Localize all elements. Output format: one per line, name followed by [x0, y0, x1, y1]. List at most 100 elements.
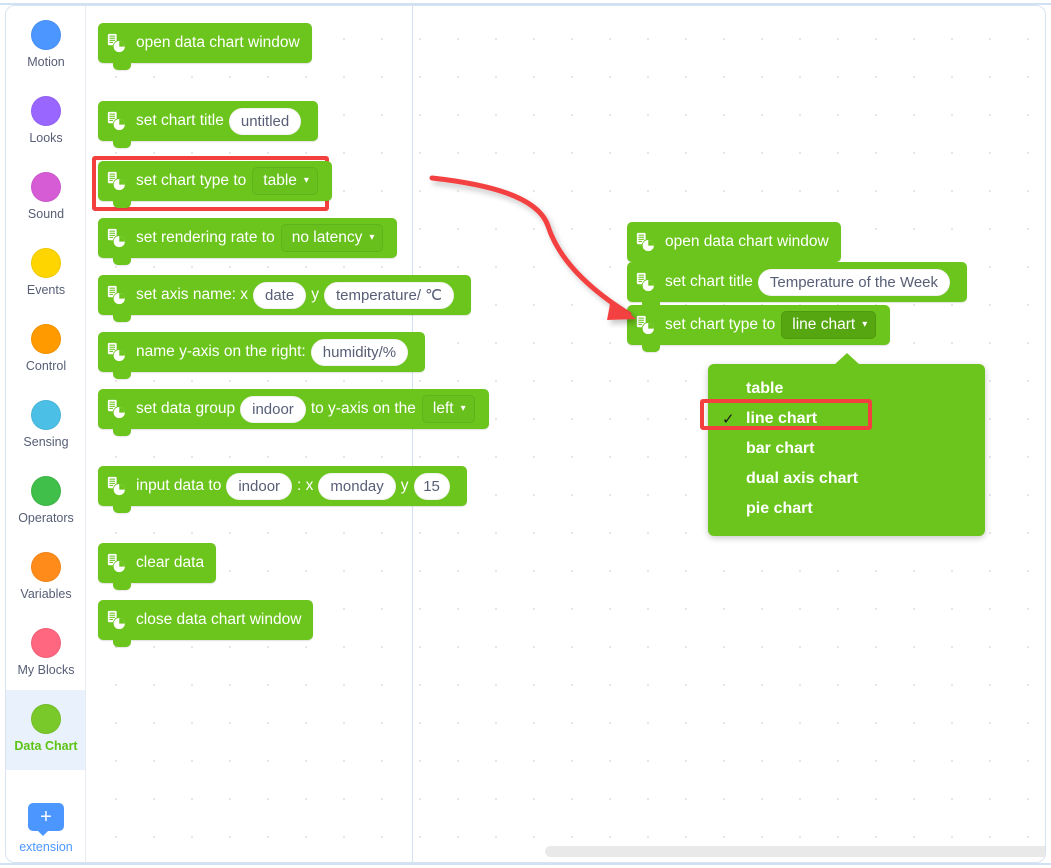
input-data-x-input[interactable]: monday — [318, 472, 396, 500]
window-top-edge — [0, 3, 1051, 5]
sidebar-item-my-blocks[interactable]: My Blocks — [6, 614, 85, 690]
add-extension-label: extension — [19, 840, 73, 854]
horizontal-scrollbar[interactable] — [545, 846, 1045, 857]
sidebar-item-operators[interactable]: Operators — [6, 462, 85, 538]
data-chart-icon — [107, 399, 128, 420]
sidebar-item-looks[interactable]: Looks — [6, 82, 85, 158]
script-block-set-chart-type[interactable]: set chart type to line chart ▾ — [627, 302, 891, 352]
chart-type-dropdown[interactable]: table ▾ — [252, 167, 318, 195]
block-label-mid: y — [311, 286, 319, 303]
input-data-y-input[interactable]: 15 — [413, 472, 450, 500]
sidebar-item-data-chart[interactable]: Data Chart — [6, 690, 85, 770]
block-label: set axis name: x — [136, 286, 248, 303]
sidebar-item-variables[interactable]: Variables — [6, 538, 85, 614]
sidebar-item-label: Motion — [27, 55, 65, 69]
sidebar-item-label: Sound — [27, 207, 65, 221]
block-label: set rendering rate to — [136, 229, 275, 246]
block-label: set chart title — [136, 112, 224, 129]
data-chart-icon — [107, 342, 128, 363]
menu-item-pie-chart[interactable]: pie chart — [708, 494, 985, 524]
y-axis-side-dropdown[interactable]: left ▾ — [421, 395, 475, 423]
sidebar-item-label: Variables — [20, 587, 72, 601]
y-axis-name-input[interactable]: temperature/ ℃ — [323, 281, 455, 309]
sensing-color-dot — [31, 400, 61, 430]
rendering-rate-value: no latency — [291, 229, 363, 246]
block-label-mid2: y — [400, 477, 409, 494]
scratch-editor-window: Motion Looks Sound Events Control Sensin — [0, 0, 1051, 868]
rendering-rate-dropdown[interactable]: no latency ▾ — [280, 224, 384, 252]
data-chart-icon — [107, 285, 128, 306]
data-group-input[interactable]: indoor — [240, 395, 306, 423]
data-chart-icon — [107, 33, 128, 54]
palette-block-set-rendering-rate[interactable]: set rendering rate to no latency ▾ — [98, 218, 398, 265]
palette-block-set-axis-name[interactable]: set axis name: x date y temperature/ ℃ — [98, 275, 472, 322]
palette-block-set-chart-title[interactable]: set chart title untitled — [98, 101, 319, 148]
palette-block-open-data-chart-window[interactable]: open data chart window — [98, 23, 312, 70]
script-block-set-chart-title[interactable]: set chart title Temperature of the Week — [627, 259, 968, 309]
editor-frame: Motion Looks Sound Events Control Sensin — [5, 5, 1046, 863]
block-label: name y-axis on the right: — [136, 343, 306, 360]
control-color-dot — [31, 324, 61, 354]
add-extension-button[interactable]: + extension — [6, 803, 85, 854]
variables-color-dot — [31, 552, 61, 582]
chart-type-dropdown-menu[interactable]: table ✓ line chart bar chart dual axis c… — [700, 353, 985, 536]
dropdown-pointer — [834, 353, 860, 365]
data-chart-icon — [636, 232, 657, 253]
category-sidebar[interactable]: Motion Looks Sound Events Control Sensin — [6, 6, 86, 862]
menu-item-label: dual axis chart — [746, 470, 859, 487]
sound-color-dot — [31, 172, 61, 202]
right-y-axis-name-input[interactable]: humidity/% — [310, 338, 409, 366]
palette-block-set-chart-type[interactable]: set chart type to table ▾ — [98, 161, 332, 208]
data-chart-icon — [107, 171, 128, 192]
sidebar-item-motion[interactable]: Motion — [6, 6, 85, 82]
data-chart-icon — [107, 228, 128, 249]
sidebar-item-control[interactable]: Control — [6, 310, 85, 386]
chevron-down-icon: ▾ — [369, 232, 375, 243]
menu-item-bar-chart[interactable]: bar chart — [708, 434, 985, 464]
blocks-workspace[interactable]: open data chart window set chart title u… — [86, 6, 1045, 862]
chevron-down-icon: ▾ — [460, 403, 466, 414]
sidebar-item-sound[interactable]: Sound — [6, 158, 85, 234]
chart-type-value: line chart — [792, 316, 856, 333]
motion-color-dot — [31, 20, 61, 50]
data-chart-icon — [636, 315, 657, 336]
menu-item-line-chart[interactable]: ✓ line chart — [700, 399, 985, 434]
plus-icon[interactable]: + — [28, 803, 64, 836]
palette-block-set-data-group[interactable]: set data group indoor to y-axis on the l… — [98, 389, 489, 436]
block-label: set chart type to — [136, 172, 247, 189]
sidebar-item-sensing[interactable]: Sensing — [6, 386, 85, 462]
sidebar-item-label: Control — [25, 359, 67, 373]
palette-block-name-right-y-axis[interactable]: name y-axis on the right: humidity/% — [98, 332, 426, 379]
sidebar-item-label: Data Chart — [14, 739, 78, 753]
chart-type-dropdown[interactable]: line chart ▾ — [781, 311, 877, 339]
window-bottom-edge — [0, 863, 1051, 865]
data-chart-icon — [107, 476, 128, 497]
menu-item-dual-axis-chart[interactable]: dual axis chart — [708, 464, 985, 494]
block-label: set chart title — [665, 273, 753, 290]
block-label-mid: to y-axis on the — [310, 400, 416, 417]
palette-block-close-data-chart-window[interactable]: close data chart window — [98, 600, 314, 647]
x-axis-name-input[interactable]: date — [253, 281, 307, 309]
events-color-dot — [31, 248, 61, 278]
sidebar-item-label: Events — [26, 283, 66, 297]
chart-title-input[interactable]: untitled — [228, 107, 302, 135]
data-chart-icon — [107, 111, 128, 132]
script-block-open-data-chart-window[interactable]: open data chart window — [627, 222, 841, 269]
palette-block-input-data[interactable]: input data to indoor : x monday y 15 — [98, 466, 467, 513]
palette-block-clear-data[interactable]: clear data — [98, 543, 217, 590]
sidebar-item-label: Looks — [29, 131, 63, 145]
chevron-down-icon: ▾ — [862, 319, 868, 330]
input-data-group-input[interactable]: indoor — [226, 472, 293, 500]
my-blocks-color-dot — [31, 628, 61, 658]
data-chart-icon — [107, 553, 128, 574]
menu-item-label: bar chart — [746, 440, 815, 457]
chevron-down-icon: ▾ — [303, 175, 309, 186]
y-axis-side-value: left — [432, 400, 454, 417]
highlight-box-menu-line-chart — [700, 399, 872, 430]
data-chart-icon — [636, 272, 657, 293]
sidebar-item-events[interactable]: Events — [6, 234, 85, 310]
chart-title-input[interactable]: Temperature of the Week — [757, 268, 951, 296]
looks-color-dot — [31, 96, 61, 126]
data-chart-icon — [107, 610, 128, 631]
block-label: open data chart window — [665, 233, 829, 250]
